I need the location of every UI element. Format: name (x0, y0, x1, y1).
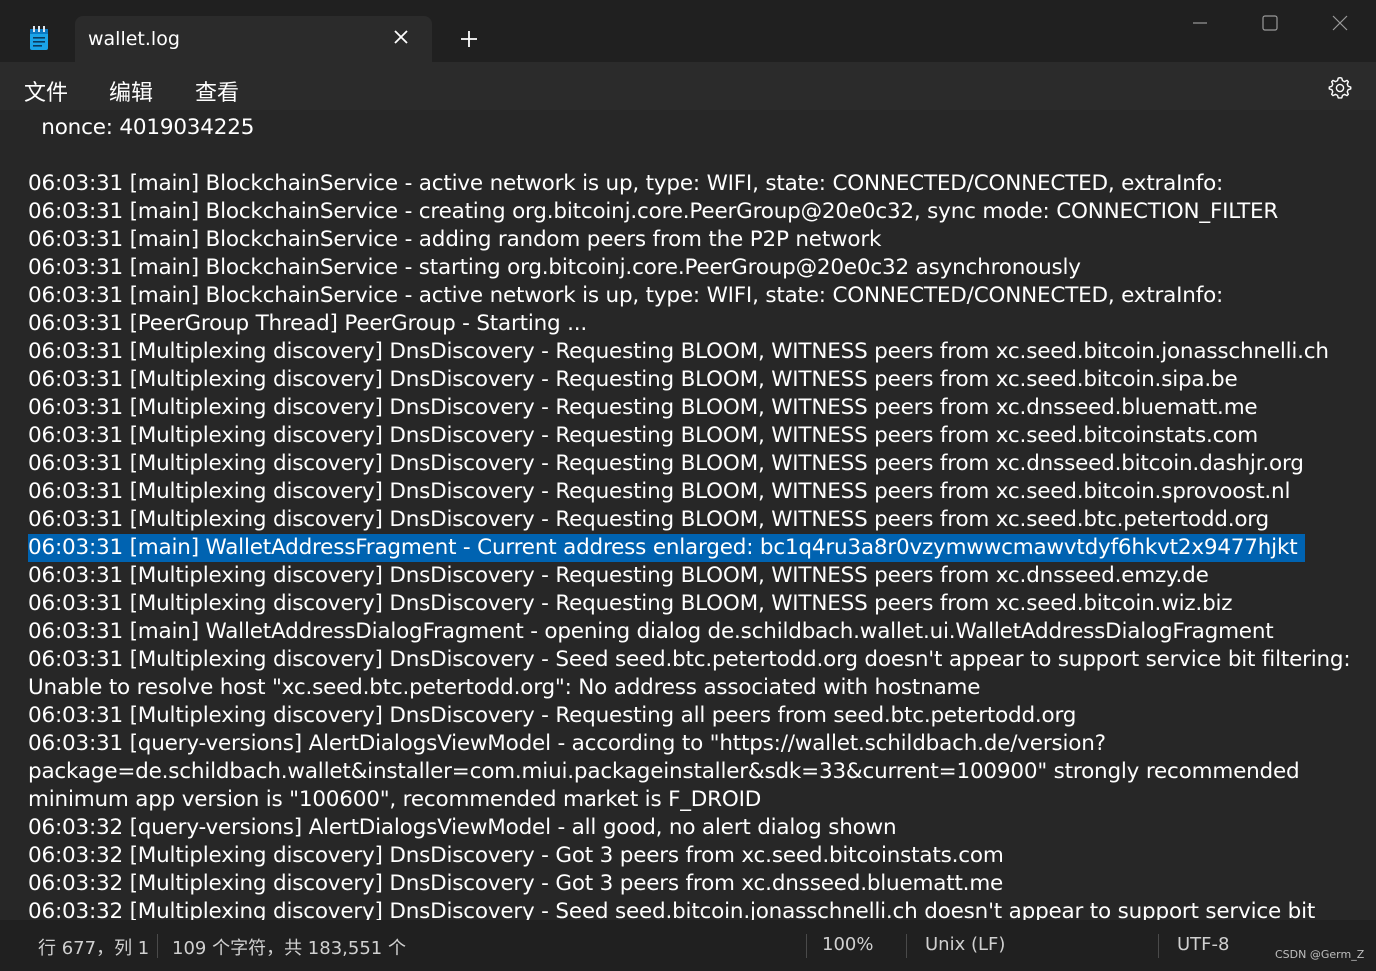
text-line: 06:03:31 [Multiplexing discovery] DnsDis… (28, 423, 1258, 448)
menu-view[interactable]: 查看 (195, 75, 239, 107)
watermark: CSDN @Germ_Z (1275, 948, 1365, 961)
text-line: nonce: 4019034225 (28, 115, 255, 140)
text-line: 06:03:32 [query-versions] AlertDialogsVi… (28, 815, 897, 840)
close-icon[interactable] (390, 26, 412, 48)
status-divider (157, 934, 158, 958)
text-line: 06:03:31 [Multiplexing discovery] DnsDis… (28, 367, 1238, 392)
text-line: 06:03:31 [Multiplexing discovery] DnsDis… (28, 703, 1077, 728)
text-line: 06:03:31 [main] BlockchainService - star… (28, 255, 1081, 280)
text-line: package=de.schildbach.wallet&installer=c… (28, 759, 1300, 784)
gear-icon[interactable] (1327, 75, 1353, 101)
text-line: 06:03:32 [Multiplexing discovery] DnsDis… (28, 871, 1004, 896)
text-line: 06:03:31 [Multiplexing discovery] DnsDis… (28, 339, 1329, 364)
text-line: 06:03:31 [main] BlockchainService - crea… (28, 199, 1279, 224)
text-line: 06:03:31 [main] BlockchainService - addi… (28, 227, 882, 252)
minimize-icon[interactable] (1185, 10, 1215, 36)
text-line: 06:03:32 [Multiplexing discovery] DnsDis… (28, 843, 1004, 868)
text-line: 06:03:31 [Multiplexing discovery] DnsDis… (28, 563, 1209, 588)
text-line: 06:03:31 [PeerGroup Thread] PeerGroup - … (28, 311, 588, 336)
text-line: 06:03:31 [Multiplexing discovery] DnsDis… (28, 647, 1351, 672)
zoom-level[interactable]: 100% (822, 934, 873, 955)
text-line: 06:03:31 [main] WalletAddressDialogFragm… (28, 619, 1274, 644)
menu-edit[interactable]: 编辑 (109, 75, 153, 107)
text-line: 06:03:31 [Multiplexing discovery] DnsDis… (28, 451, 1304, 476)
tab-wallet-log[interactable]: wallet.log (75, 16, 432, 62)
text-line: 06:03:31 [Multiplexing discovery] DnsDis… (28, 591, 1233, 616)
selected-text-line: 06:03:31 [main] WalletAddressFragment - … (28, 534, 1306, 562)
text-line: 06:03:31 [main] BlockchainService - acti… (28, 171, 1224, 196)
menu-file[interactable]: 文件 (24, 75, 68, 107)
menu-bar: 文件 编辑 查看 (0, 62, 1376, 110)
tab-title: wallet.log (88, 28, 180, 50)
encoding[interactable]: UTF-8 (1177, 934, 1229, 955)
notepad-window: wallet.log 文件 编辑 查看 nonce: 4019034225 06… (0, 0, 1376, 971)
text-editor[interactable]: nonce: 4019034225 06:03:31 [main] Blockc… (0, 110, 1376, 920)
status-divider (906, 934, 907, 958)
text-line: 06:03:31 [Multiplexing discovery] DnsDis… (28, 507, 1270, 532)
maximize-icon[interactable] (1255, 10, 1285, 36)
text-line: minimum app version is "100600", recomme… (28, 787, 762, 812)
text-line: 06:03:31 [Multiplexing discovery] DnsDis… (28, 395, 1258, 420)
selection-count: 109 个字符，共 183,551 个 (172, 938, 406, 959)
plus-icon[interactable] (457, 27, 481, 51)
text-line: Unable to resolve host "xc.seed.btc.pete… (28, 675, 981, 700)
notepad-icon (30, 26, 48, 50)
text-line: 06:03:31 [main] BlockchainService - acti… (28, 283, 1224, 308)
close-window-icon[interactable] (1325, 10, 1355, 36)
text-line: 06:03:31 [Multiplexing discovery] DnsDis… (28, 479, 1291, 504)
cursor-position: 行 677，列 1 (38, 938, 150, 959)
status-divider (806, 934, 807, 958)
line-ending[interactable]: Unix (LF) (925, 934, 1005, 955)
status-bar: 行 677，列 1 109 个字符，共 183,551 个 100% Unix … (0, 920, 1376, 971)
title-bar[interactable]: wallet.log (0, 0, 1376, 62)
text-line: 06:03:32 [Multiplexing discovery] DnsDis… (28, 899, 1316, 920)
status-divider (1158, 934, 1159, 958)
text-line: 06:03:31 [query-versions] AlertDialogsVi… (28, 731, 1106, 756)
